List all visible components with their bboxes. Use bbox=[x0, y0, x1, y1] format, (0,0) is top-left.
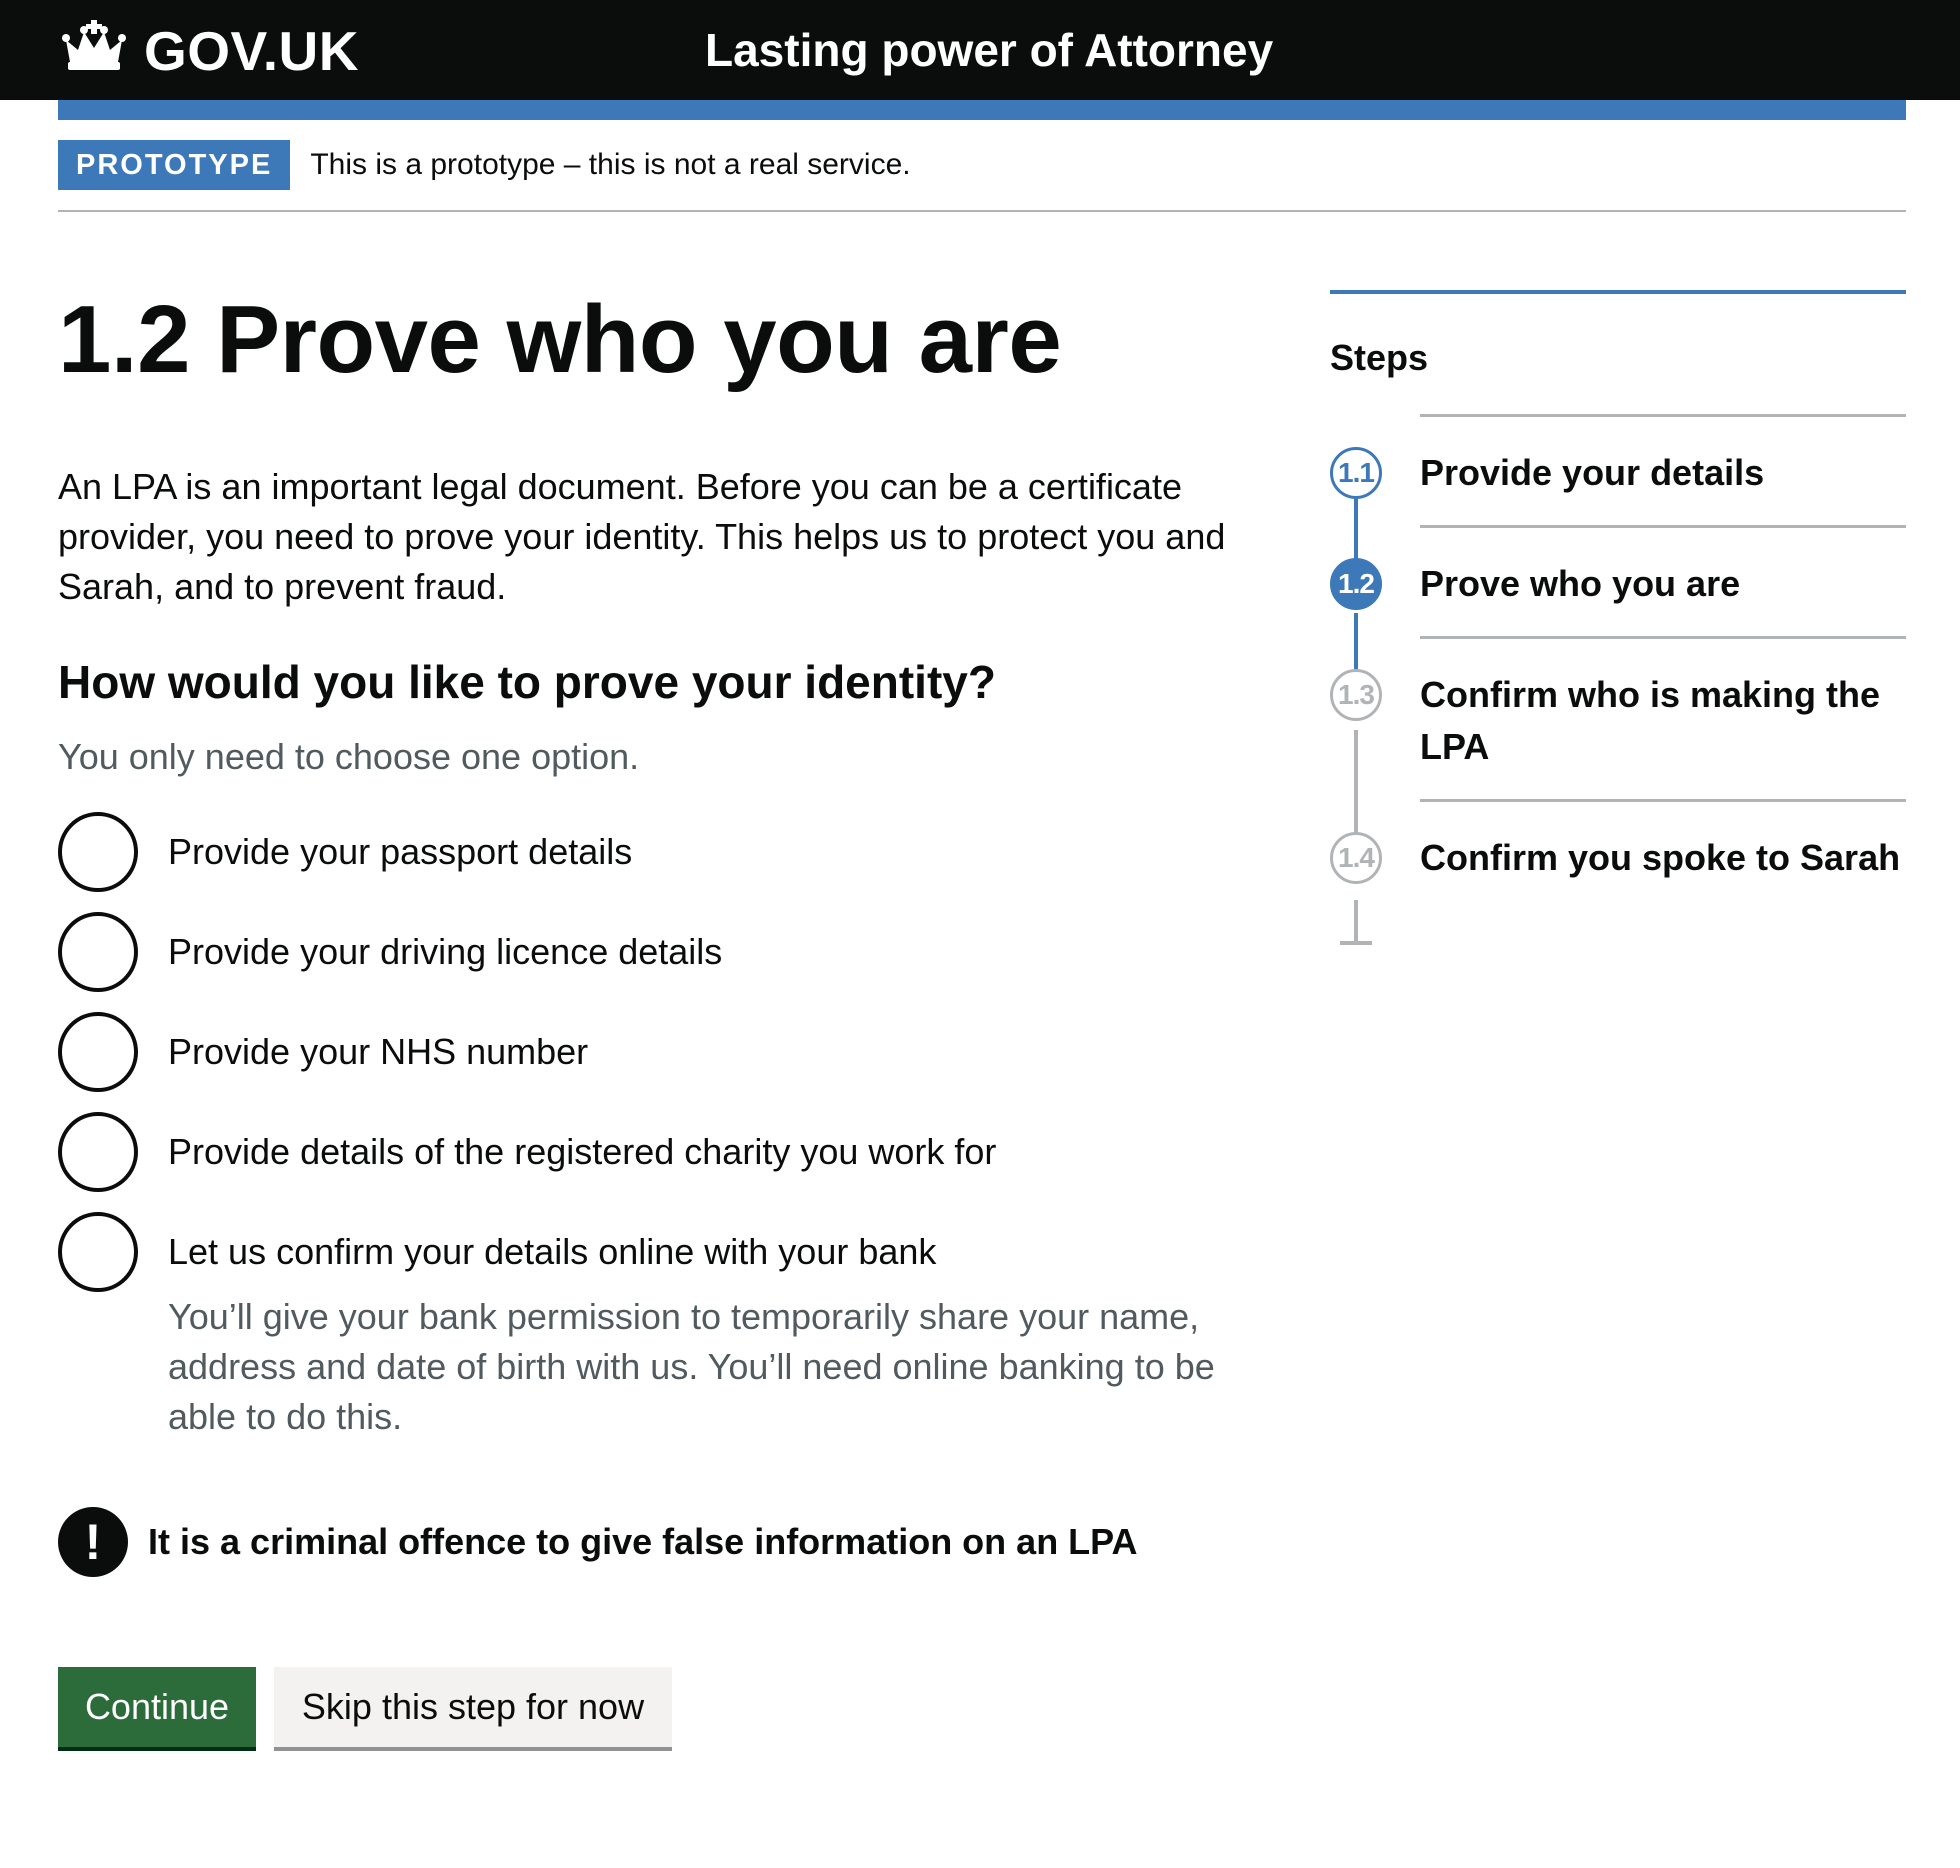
steps-sidebar: Steps 1.1 Provide your details 1.2 Prove… bbox=[1330, 290, 1906, 945]
skip-step-button[interactable]: Skip this step for now bbox=[274, 1667, 672, 1747]
step-label[interactable]: Confirm who is making the LPA bbox=[1420, 674, 1880, 767]
identity-option-radios: Provide your passport details Provide yo… bbox=[58, 812, 1258, 1442]
radio-button[interactable] bbox=[58, 812, 138, 892]
radio-option-charity[interactable]: Provide details of the registered charit… bbox=[58, 1112, 1258, 1192]
radio-option-nhs-number[interactable]: Provide your NHS number bbox=[58, 1012, 1258, 1092]
step-label[interactable]: Confirm you spoke to Sarah bbox=[1420, 837, 1900, 878]
radio-button[interactable] bbox=[58, 1212, 138, 1292]
radio-button[interactable] bbox=[58, 1012, 138, 1092]
intro-paragraph: An LPA is an important legal document. B… bbox=[58, 466, 1226, 607]
page-title: 1.2 Prove who you are bbox=[58, 286, 1062, 393]
step-connector-line bbox=[1354, 900, 1358, 944]
step-item-provide-details[interactable]: 1.1 Provide your details bbox=[1330, 414, 1906, 525]
radio-label[interactable]: Provide details of the registered charit… bbox=[168, 1112, 996, 1192]
radio-label[interactable]: Provide your driving licence details bbox=[168, 912, 722, 992]
radio-button[interactable] bbox=[58, 1112, 138, 1192]
bank-option-hint: You’ll give your bank permission to temp… bbox=[168, 1296, 1215, 1437]
radio-question-hint: You only need to choose one option. bbox=[58, 736, 640, 777]
phase-tag: PROTOTYPE bbox=[58, 140, 291, 190]
site-header: GOV.UK Lasting power of Attorney bbox=[0, 0, 1960, 100]
step-list-end-marker bbox=[1340, 941, 1372, 945]
radio-label[interactable]: Provide your passport details bbox=[168, 812, 632, 892]
phase-banner-text: This is a prototype – this is not a real… bbox=[310, 148, 911, 181]
header-blue-bar bbox=[58, 100, 1906, 120]
steps-title: Steps bbox=[1330, 337, 1429, 378]
radio-button[interactable] bbox=[58, 912, 138, 992]
step-item-prove-identity[interactable]: 1.2 Prove who you are bbox=[1330, 525, 1906, 636]
phase-banner: PROTOTYPE This is a prototype – this is … bbox=[58, 140, 1906, 212]
radio-option-bank[interactable]: Let us confirm your details online with … bbox=[58, 1212, 1258, 1292]
crown-icon bbox=[58, 18, 130, 83]
step-item-confirm-spoke[interactable]: 1.4 Confirm you spoke to Sarah bbox=[1330, 799, 1906, 910]
govuk-logo-link[interactable]: GOV.UK bbox=[58, 18, 359, 83]
radio-label[interactable]: Let us confirm your details online with … bbox=[168, 1212, 936, 1292]
step-item-confirm-maker[interactable]: 1.3 Confirm who is making the LPA bbox=[1330, 636, 1906, 799]
step-number-badge: 1.2 bbox=[1330, 558, 1382, 610]
warning-text-block: ! It is a criminal offence to give false… bbox=[58, 1507, 1138, 1577]
warning-text: It is a criminal offence to give false i… bbox=[148, 1521, 1138, 1562]
step-number-badge: 1.1 bbox=[1330, 447, 1382, 499]
button-group: Continue Skip this step for now bbox=[58, 1667, 672, 1747]
steps-list: 1.1 Provide your details 1.2 Prove who y… bbox=[1330, 414, 1906, 945]
radio-option-driving-licence[interactable]: Provide your driving licence details bbox=[58, 912, 1258, 992]
service-name-link[interactable]: Lasting power of Attorney bbox=[705, 20, 1273, 80]
radio-option-passport[interactable]: Provide your passport details bbox=[58, 812, 1258, 892]
radio-question-heading: How would you like to prove your identit… bbox=[58, 656, 996, 708]
step-number-badge: 1.4 bbox=[1330, 832, 1382, 884]
continue-button[interactable]: Continue bbox=[58, 1667, 256, 1747]
step-label[interactable]: Prove who you are bbox=[1420, 563, 1740, 604]
logo-text: GOV.UK bbox=[144, 19, 359, 82]
warning-icon: ! bbox=[58, 1507, 128, 1577]
radio-label[interactable]: Provide your NHS number bbox=[168, 1012, 588, 1092]
step-number-badge: 1.3 bbox=[1330, 669, 1382, 721]
step-label[interactable]: Provide your details bbox=[1420, 452, 1764, 493]
